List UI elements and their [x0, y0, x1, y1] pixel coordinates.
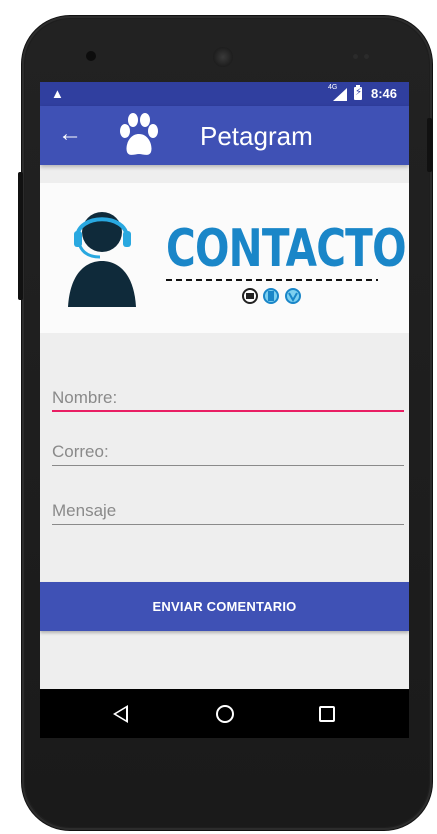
correo-field[interactable]: Correo:	[52, 430, 404, 466]
earpiece-speaker	[213, 47, 233, 67]
nav-home-icon[interactable]	[216, 705, 234, 723]
send-comment-button[interactable]: ENVIAR COMENTARIO	[40, 582, 409, 631]
back-arrow-icon[interactable]: ←	[58, 120, 82, 148]
status-time: 8:46	[371, 86, 398, 101]
mensaje-placeholder: Mensaje	[52, 501, 117, 520]
contact-banner: CONTACTO	[40, 183, 409, 333]
power-button	[427, 118, 432, 172]
battery-icon: ⚡	[354, 85, 363, 100]
warning-icon: ▲	[51, 86, 64, 101]
proximity-sensor	[353, 54, 358, 59]
volume-button	[18, 172, 23, 300]
mensaje-field[interactable]: Mensaje	[52, 489, 404, 525]
correo-placeholder: Correo:	[52, 442, 109, 461]
contact-heading: CONTACTO	[166, 219, 407, 279]
navigation-bar	[40, 689, 409, 738]
screen: ▲ 4G ⚡ 8:46 ← Petagram CONTACTO Nombre: …	[40, 82, 409, 738]
nombre-underline	[52, 410, 404, 412]
status-bar: ▲ 4G ⚡ 8:46	[40, 82, 409, 106]
correo-underline	[52, 465, 404, 466]
app-bar: ← Petagram	[40, 106, 409, 165]
nombre-field[interactable]: Nombre:	[52, 376, 404, 412]
signal-icon	[333, 88, 347, 101]
nombre-placeholder: Nombre:	[52, 388, 118, 407]
light-sensor	[364, 54, 369, 59]
app-title: Petagram	[200, 121, 313, 151]
mensaje-underline	[52, 524, 404, 525]
front-camera	[86, 51, 96, 61]
nav-recents-icon[interactable]	[319, 706, 335, 722]
nav-back-icon[interactable]	[113, 705, 128, 723]
paw-icon	[120, 113, 158, 155]
